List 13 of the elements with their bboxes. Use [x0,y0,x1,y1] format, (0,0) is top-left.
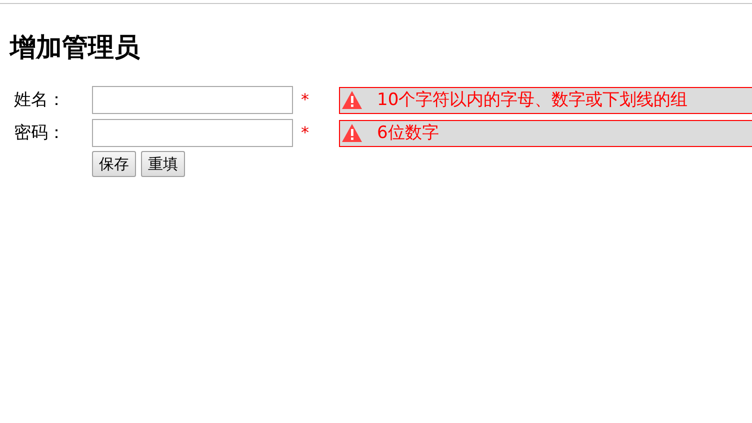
reset-button[interactable]: 重填 [141,150,185,178]
input-field[interactable] [92,119,293,148]
input-field[interactable] [92,86,293,114]
field-label: 密码： [14,122,66,145]
save-button[interactable]: 保存 [92,150,136,178]
required-mark: * [301,123,309,142]
page-title: 增加管理员 [10,32,141,65]
field-label: 姓名： [14,88,66,112]
required-mark: * [301,90,309,110]
warning-icon [341,90,363,110]
hint-message: 10个字符以内的字母、数字或下划线的组 [339,86,752,114]
hint-message: 6位数字 [339,120,752,147]
warning-icon [341,123,363,144]
